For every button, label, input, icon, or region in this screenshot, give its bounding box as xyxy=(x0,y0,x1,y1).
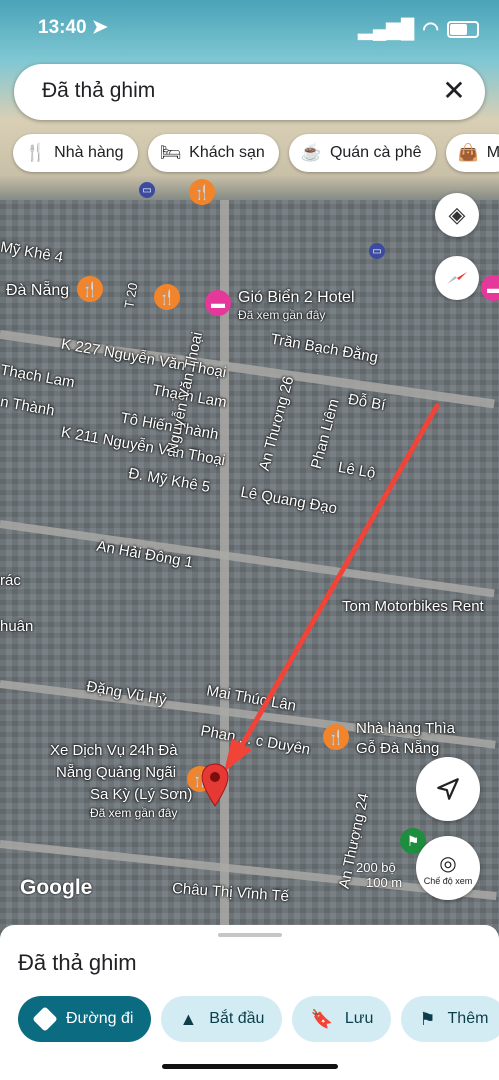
sheet-title: Đã thả ghim xyxy=(18,950,137,975)
status-bar: 13:40 ➤ ▂▄▆█ ◠ xyxy=(38,14,479,44)
battery-icon xyxy=(447,21,479,38)
place-sheet[interactable]: Đã thả ghim Đường đi ▲ Bắt đầu 🔖 Lưu ⚑ T… xyxy=(0,925,499,1080)
scale-ft-label: 200 bộ xyxy=(356,860,396,875)
dropped-pin-icon[interactable] xyxy=(199,762,231,808)
street-view-label: Chế độ xem xyxy=(423,875,473,886)
category-chips: 🍴 Nhà hàng 🛏 Khách sạn ☕ Quán cà phê 👜 M xyxy=(13,134,499,172)
status-icons: ▂▄▆█ ◠ xyxy=(358,18,479,41)
bookmark-icon: 🔖 xyxy=(310,1008,333,1029)
home-indicator xyxy=(162,1064,338,1069)
signal-icon: ▂▄▆█ xyxy=(358,19,415,40)
my-location-button[interactable] xyxy=(416,757,480,821)
fork-knife-icon: 🍴 xyxy=(25,143,47,162)
coffee-icon: ☕ xyxy=(300,143,322,162)
action-buttons: Đường đi ▲ Bắt đầu 🔖 Lưu ⚑ Thêm xyxy=(18,996,499,1042)
google-logo: Google xyxy=(20,876,93,899)
directions-label: Đường đi xyxy=(66,1010,134,1027)
compass-button[interactable] xyxy=(435,256,479,300)
layers-button[interactable]: ◈ xyxy=(435,193,479,237)
chip-label: Quán cà phê xyxy=(329,144,422,161)
navigation-arrow-icon: ▲ xyxy=(179,1008,198,1029)
street-view-button[interactable]: ◎ Chế độ xem xyxy=(416,836,480,900)
bed-icon: 🛏 xyxy=(159,143,182,162)
flag-icon: ⚑ xyxy=(419,1008,436,1029)
wifi-icon: ◠ xyxy=(422,19,439,40)
shopping-bag-icon: 👜 xyxy=(457,143,479,162)
chip-shopping[interactable]: 👜 M xyxy=(445,134,499,172)
search-value[interactable]: Đã thả ghim xyxy=(42,79,155,103)
compass-icon xyxy=(447,272,467,284)
start-label: Bắt đầu xyxy=(209,1010,265,1027)
more-button[interactable]: ⚑ Thêm xyxy=(401,996,499,1042)
chip-label: M xyxy=(486,144,499,161)
search-bar[interactable]: Đã thả ghim ✕ xyxy=(14,64,485,120)
save-button[interactable]: 🔖 Lưu xyxy=(292,996,392,1042)
directions-button[interactable]: Đường đi xyxy=(18,996,152,1042)
scale-m-label: 100 m xyxy=(366,875,403,890)
chip-hotels[interactable]: 🛏 Khách sạn xyxy=(147,134,279,172)
location-arrow-icon xyxy=(437,778,459,800)
close-icon[interactable]: ✕ xyxy=(439,76,469,106)
layers-icon: ◈ xyxy=(448,202,466,227)
chip-label: Nhà hàng xyxy=(54,144,124,161)
status-time: 13:40 ➤ xyxy=(38,17,108,38)
start-button[interactable]: ▲ Bắt đầu xyxy=(161,996,283,1042)
save-label: Lưu xyxy=(344,1010,374,1027)
directions-icon xyxy=(32,1006,58,1032)
chip-label: Khách sạn xyxy=(189,144,265,161)
sheet-drag-handle[interactable] xyxy=(218,933,282,937)
camera-icon: ◎ xyxy=(439,852,457,875)
more-label: Thêm xyxy=(447,1010,489,1027)
chip-restaurants[interactable]: 🍴 Nhà hàng xyxy=(13,134,138,172)
map-scale: 200 bộ 100 m xyxy=(328,860,402,890)
chip-coffee[interactable]: ☕ Quán cà phê xyxy=(288,134,436,172)
